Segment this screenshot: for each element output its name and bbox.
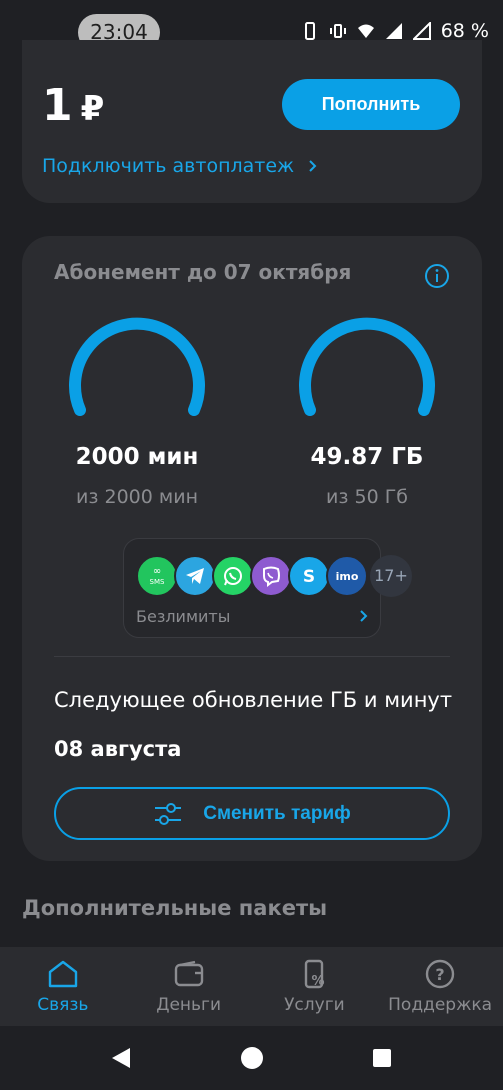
phone-icon [304,22,315,40]
additional-packages-title: Дополнительные пакеты [22,896,328,920]
services-icon: % [305,959,325,989]
svg-text:?: ? [435,965,444,984]
wifi-icon [357,24,374,38]
nav-item-dengi[interactable]: Деньги [126,947,252,1026]
battery-level: 68 % [440,20,489,42]
balance-amount: 1 ₽ [42,80,104,131]
data-total: из 50 Гб [325,486,408,508]
telegram-icon [174,555,216,597]
data-gauge-arc [299,317,435,416]
imo-icon: imo [326,555,368,597]
minutes-total: из 2000 мин [76,486,198,508]
home-circle-icon[interactable] [240,1046,264,1070]
help-icon: ? [425,959,455,989]
nav-item-svyaz[interactable]: Связь [0,947,126,1026]
status-icons: 68 % [301,20,489,42]
recents-icon[interactable] [372,1048,392,1068]
home-icon [48,960,78,988]
info-icon[interactable] [424,263,450,289]
sliders-icon [155,802,182,825]
nav-label: Связь [37,995,89,1015]
skype-icon: S [288,555,330,597]
autopay-link[interactable]: Подключить автоплатеж [42,155,318,177]
autopay-label: Подключить автоплатеж [42,155,295,177]
system-navigation [0,1026,503,1090]
currency-symbol: ₽ [80,89,105,129]
sms-icon: ∞ SMS [136,555,178,597]
balance-value: 1 [42,80,73,131]
svg-text:∞: ∞ [153,566,161,577]
nav-item-podderzhka[interactable]: ? Поддержка [377,947,503,1026]
signal-2-icon [412,22,431,40]
nav-label: Деньги [156,995,222,1015]
next-update-text: Следующее обновление ГБ и минут 08 авгус… [54,676,454,774]
minutes-remaining: 2000 мин [75,444,199,470]
change-tariff-button[interactable]: Сменить тариф [54,787,450,840]
minutes-gauge: 2000 мин из 2000 мин [62,306,212,508]
viber-icon [250,555,292,597]
svg-text:imo: imo [336,570,359,583]
divider [54,656,450,657]
chevron-right-icon [360,610,368,622]
back-icon[interactable] [110,1046,132,1070]
next-update-date: 08 августа [54,737,182,761]
nav-label: Услуги [284,995,345,1015]
unlimited-label: Безлимиты [136,607,231,626]
vibrate-icon [329,24,346,38]
svg-text:%: % [312,974,325,989]
signal-icon [385,23,402,39]
more-apps-count: 17+ [370,555,412,597]
unlimited-apps-card[interactable]: ∞ SMS S imo 17+ Безлимиты [123,538,412,638]
wallet-icon [174,960,203,987]
whatsapp-icon [212,555,254,597]
subscription-card: Абонемент до 07 октября 2000 мин из 2000… [22,236,482,861]
subscription-title: Абонемент до 07 октября [54,260,352,284]
next-update-label: Следующее обновление ГБ и минут [54,688,453,712]
svg-text:SMS: SMS [150,578,165,586]
minutes-gauge-arc [69,317,205,416]
svg-text:S: S [303,567,315,587]
topup-button[interactable]: Пополнить [282,79,460,130]
data-gauge: 49.87 ГБ из 50 Гб [292,306,442,508]
chevron-right-icon [309,160,317,172]
change-tariff-label: Сменить тариф [203,802,351,824]
nav-label: Поддержка [388,995,493,1015]
bottom-nav: Связь Деньги % Услуги ? Поддержка [0,947,503,1026]
balance-card: 1 ₽ Пополнить Подключить автоплатеж [22,40,482,203]
nav-item-uslugi[interactable]: % Услуги [252,947,378,1026]
data-remaining: 49.87 ГБ [310,444,424,470]
